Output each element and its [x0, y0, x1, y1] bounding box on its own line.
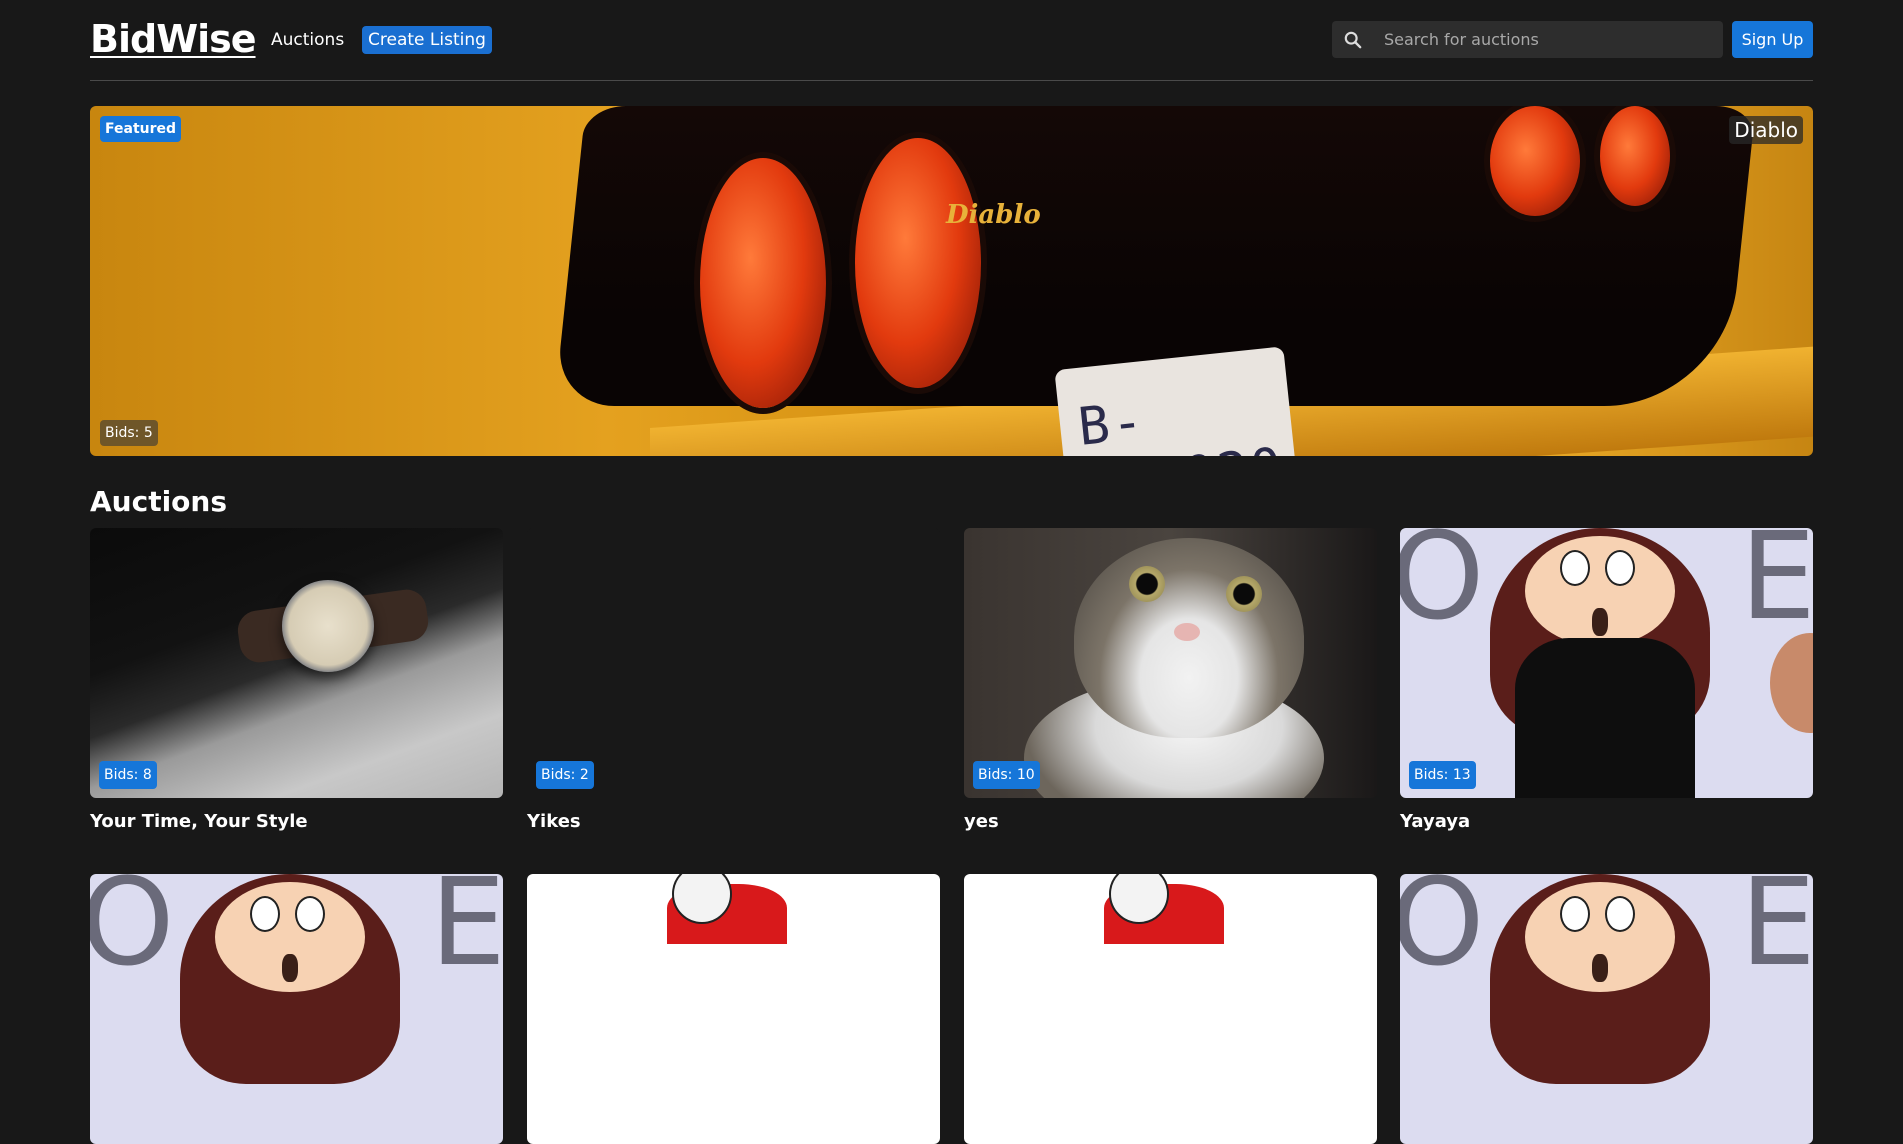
background-letter-art: O [1400, 528, 1485, 647]
auction-card[interactable]: O E [90, 874, 503, 1144]
auction-card[interactable]: O E Bids: 13 Yayaya [1400, 528, 1813, 832]
character-eye-art [1605, 550, 1635, 586]
bids-badge: Bids: 13 [1409, 761, 1476, 789]
featured-auction-banner[interactable]: Diablo B-MB6020 Featured Diablo Bids: 5 [90, 106, 1813, 456]
tail-light-art [700, 158, 826, 408]
featured-badge: Featured [100, 116, 182, 142]
character-goatee-art [1592, 954, 1608, 982]
side-character-art [1770, 633, 1813, 733]
auction-thumbnail[interactable]: O E Bids: 13 [1400, 528, 1813, 798]
background-letter-art: O [1400, 874, 1485, 993]
character-dress-art [1515, 638, 1695, 798]
auctions-section-title: Auctions [90, 485, 228, 518]
character-eye-art [1605, 896, 1635, 932]
header: BidWise Auctions Create Listing Sign Up [90, 0, 1813, 81]
character-eye-art [1560, 896, 1590, 932]
license-plate-text: B-MB6020 [1075, 391, 1286, 456]
character-eye-art [295, 896, 325, 932]
auction-title[interactable]: Yayaya [1400, 810, 1470, 834]
tail-light-art [1600, 106, 1670, 206]
search-icon [1344, 31, 1362, 49]
background-letter-art: O [90, 874, 175, 993]
cat-eye-art [1129, 566, 1165, 602]
character-goatee-art [282, 954, 298, 982]
character-eye-art [1560, 550, 1590, 586]
auction-thumbnail[interactable]: O E [1400, 874, 1813, 1144]
page-container: BidWise Auctions Create Listing Sign Up … [90, 0, 1813, 1144]
bids-badge: Bids: 2 [536, 761, 594, 789]
nav-create-listing-link[interactable]: Create Listing [362, 26, 492, 54]
auction-thumbnail[interactable]: Bids: 2 [527, 528, 940, 798]
cat-eye-art [1226, 576, 1262, 612]
auction-card[interactable] [964, 874, 1377, 1144]
bids-badge: Bids: 10 [973, 761, 1040, 789]
auction-thumbnail[interactable] [527, 874, 940, 1144]
auction-card[interactable]: Bids: 10 yes [964, 528, 1377, 832]
auction-title[interactable]: Your Time, Your Style [90, 810, 308, 834]
auction-thumbnail[interactable]: Bids: 10 [964, 528, 1377, 798]
tail-light-art [855, 138, 981, 388]
background-letter-art: E [1740, 528, 1813, 647]
featured-bids-badge: Bids: 5 [100, 420, 158, 446]
car-badge-text: Diablo [946, 200, 1041, 230]
logo[interactable]: BidWise [90, 14, 257, 64]
watch-face-art [282, 580, 374, 672]
auction-card[interactable] [527, 874, 940, 1144]
search-input[interactable] [1384, 21, 1714, 58]
auction-card[interactable]: O E [1400, 874, 1813, 1144]
auction-thumbnail[interactable] [964, 874, 1377, 1144]
auction-card[interactable]: Bids: 2 Yikes [527, 528, 940, 832]
nav-auctions-link[interactable]: Auctions [271, 27, 344, 53]
background-letter-art: E [1740, 874, 1813, 993]
auction-thumbnail[interactable]: Bids: 8 [90, 528, 503, 798]
auction-title[interactable]: Yikes [527, 810, 581, 834]
cat-nose-art [1174, 623, 1200, 641]
featured-title: Diablo [1729, 116, 1803, 144]
auction-title[interactable]: yes [964, 810, 999, 834]
bids-badge: Bids: 8 [99, 761, 157, 789]
search-bar [1332, 21, 1723, 58]
auction-card[interactable]: Bids: 8 Your Time, Your Style [90, 528, 503, 832]
tail-light-art [1490, 106, 1580, 216]
auction-thumbnail[interactable]: O E [90, 874, 503, 1144]
character-eye-art [250, 896, 280, 932]
sign-up-button[interactable]: Sign Up [1732, 21, 1813, 58]
character-goatee-art [1592, 608, 1608, 636]
background-letter-art: E [430, 874, 503, 993]
